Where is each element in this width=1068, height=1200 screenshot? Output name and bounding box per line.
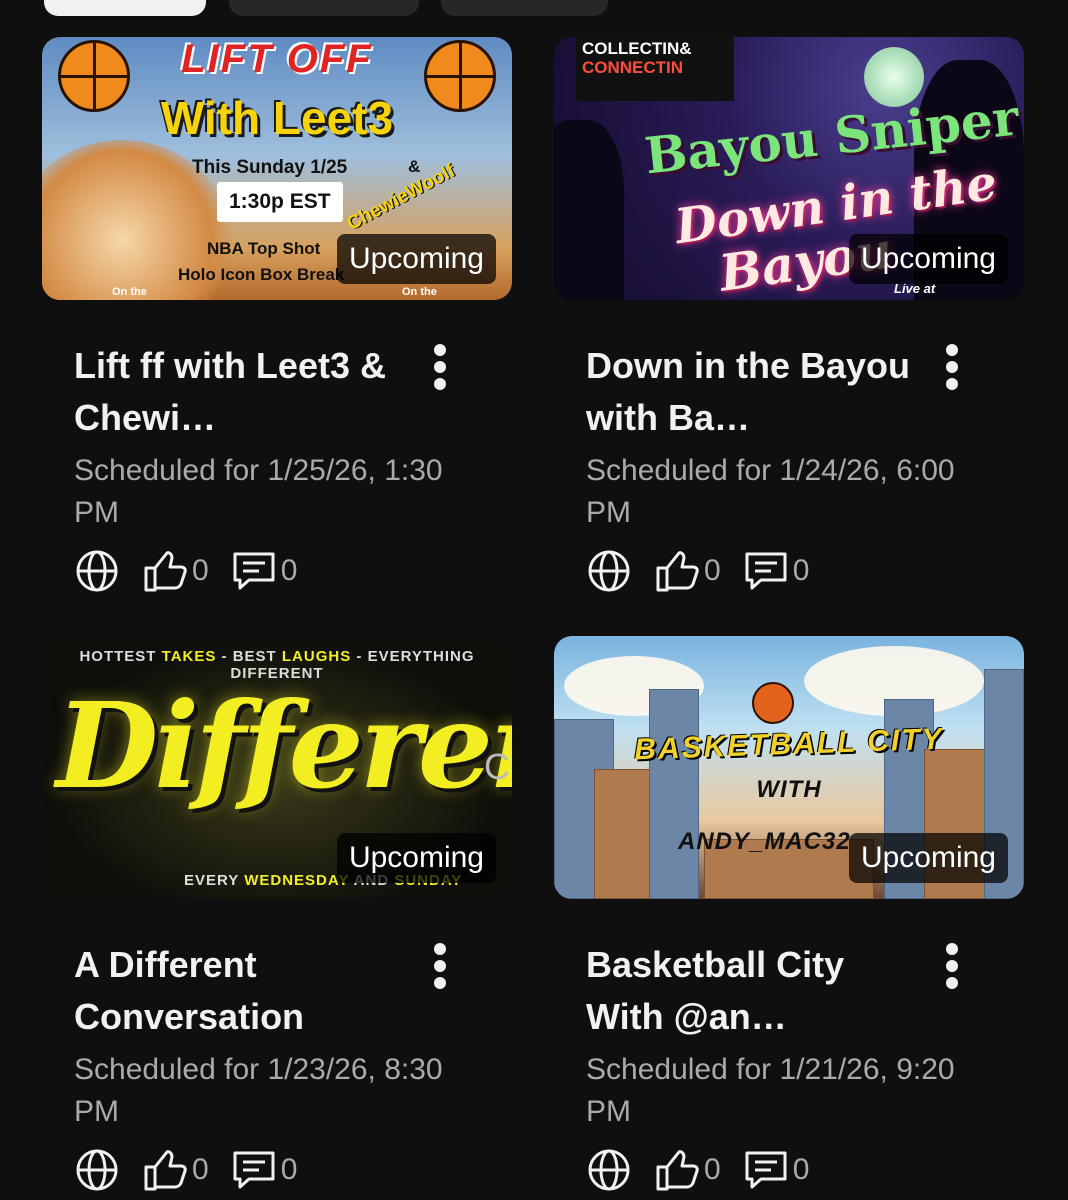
video-thumbnail[interactable]: COLLECTIN& CONNECTIN Bayou Sniper Down i… — [554, 37, 1024, 300]
video-title[interactable]: Lift ff with Leet3 & Chewi… — [74, 340, 404, 444]
upcoming-badge: Upcoming — [336, 833, 496, 883]
thumb-text: On the — [112, 286, 147, 298]
comment-count: 0 — [280, 554, 298, 587]
scheduled-time: Scheduled for 1/25/26, 1:30 PM — [74, 454, 443, 529]
thumbs-up-icon[interactable] — [142, 548, 188, 594]
thumb-text: With Leet3 — [160, 92, 394, 144]
thumb-text: WITH — [756, 776, 822, 803]
thumb-text: On the — [402, 286, 437, 298]
scheduled-time: Scheduled for 1/23/26, 8:30 PM — [74, 1053, 443, 1128]
thumbs-up-icon[interactable] — [654, 1147, 700, 1193]
thumb-text: C — [484, 746, 510, 787]
video-title[interactable]: Down in the Bayou with Ba… — [586, 340, 916, 444]
comment-icon[interactable] — [231, 548, 277, 594]
thumb-text: LIFT OFF — [181, 37, 373, 81]
thumb-text: ANDY_MAC32 — [678, 828, 851, 855]
scheduled-time: Scheduled for 1/24/26, 6:00 PM — [586, 454, 955, 529]
thumb-text: This Sunday 1/25 — [192, 157, 348, 178]
video-title[interactable]: A Different Conversation — [74, 939, 404, 1043]
comment-count: 0 — [792, 554, 810, 587]
thumb-text: ChewieWoolf — [343, 160, 459, 235]
video-stats: 0 0 — [586, 1147, 831, 1193]
more-vertical-icon[interactable] — [936, 943, 966, 989]
thumbs-up-icon[interactable] — [654, 548, 700, 594]
video-title[interactable]: Basketball City With @an… — [586, 939, 916, 1043]
video-card[interactable]: COLLECTIN& CONNECTIN Bayou Sniper Down i… — [554, 37, 1024, 630]
thumb-text: & — [408, 157, 421, 176]
thumb-text: 1:30p EST — [217, 182, 343, 222]
like-count: 0 — [704, 1153, 721, 1186]
thumbs-up-icon[interactable] — [142, 1147, 188, 1193]
globe-icon — [588, 1149, 630, 1191]
thumb-text: Different — [56, 676, 512, 815]
like-count: 0 — [192, 1153, 209, 1186]
thumb-text: Holo Icon Box Break — [178, 265, 345, 284]
more-vertical-icon[interactable] — [424, 344, 454, 390]
video-thumbnail[interactable]: BASKETBALL CITY WITH ANDY_MAC32 Upcoming — [554, 636, 1024, 899]
upcoming-badge: Upcoming — [848, 833, 1008, 883]
video-stats: 0 0 — [586, 548, 831, 594]
filter-chip[interactable] — [229, 0, 419, 16]
filter-chip[interactable] — [44, 0, 206, 16]
thumb-text: NBA Top Shot — [207, 239, 321, 258]
more-vertical-icon[interactable] — [936, 344, 966, 390]
upcoming-badge: Upcoming — [848, 234, 1008, 284]
scheduled-time: Scheduled for 1/21/26, 9:20 PM — [586, 1053, 955, 1128]
video-card[interactable]: BASKETBALL CITY WITH ANDY_MAC32 Upcoming… — [554, 636, 1024, 1200]
video-card[interactable]: HOTTEST TAKES - BEST LAUGHS - EVERYTHING… — [42, 636, 512, 1200]
video-thumbnail[interactable]: HOTTEST TAKES - BEST LAUGHS - EVERYTHING… — [42, 636, 512, 899]
comment-count: 0 — [280, 1153, 298, 1186]
video-thumbnail[interactable]: LIFT OFF With Leet3 This Sunday 1/25 & 1… — [42, 37, 512, 300]
filter-chip[interactable] — [441, 0, 608, 16]
video-stats: 0 0 — [74, 1147, 319, 1193]
comment-icon[interactable] — [743, 548, 789, 594]
comment-count: 0 — [792, 1153, 810, 1186]
video-stats: 0 0 — [74, 548, 319, 594]
globe-icon — [76, 550, 118, 592]
comment-icon[interactable] — [231, 1147, 277, 1193]
basketball-icon — [752, 682, 794, 724]
like-count: 0 — [192, 554, 209, 587]
like-count: 0 — [704, 554, 721, 587]
globe-icon — [588, 550, 630, 592]
globe-icon — [76, 1149, 118, 1191]
brand-logo: COLLECTIN& CONNECTIN — [576, 37, 734, 101]
video-card[interactable]: LIFT OFF With Leet3 This Sunday 1/25 & 1… — [42, 37, 512, 630]
upcoming-badge: Upcoming — [336, 234, 496, 284]
more-vertical-icon[interactable] — [424, 943, 454, 989]
comment-icon[interactable] — [743, 1147, 789, 1193]
